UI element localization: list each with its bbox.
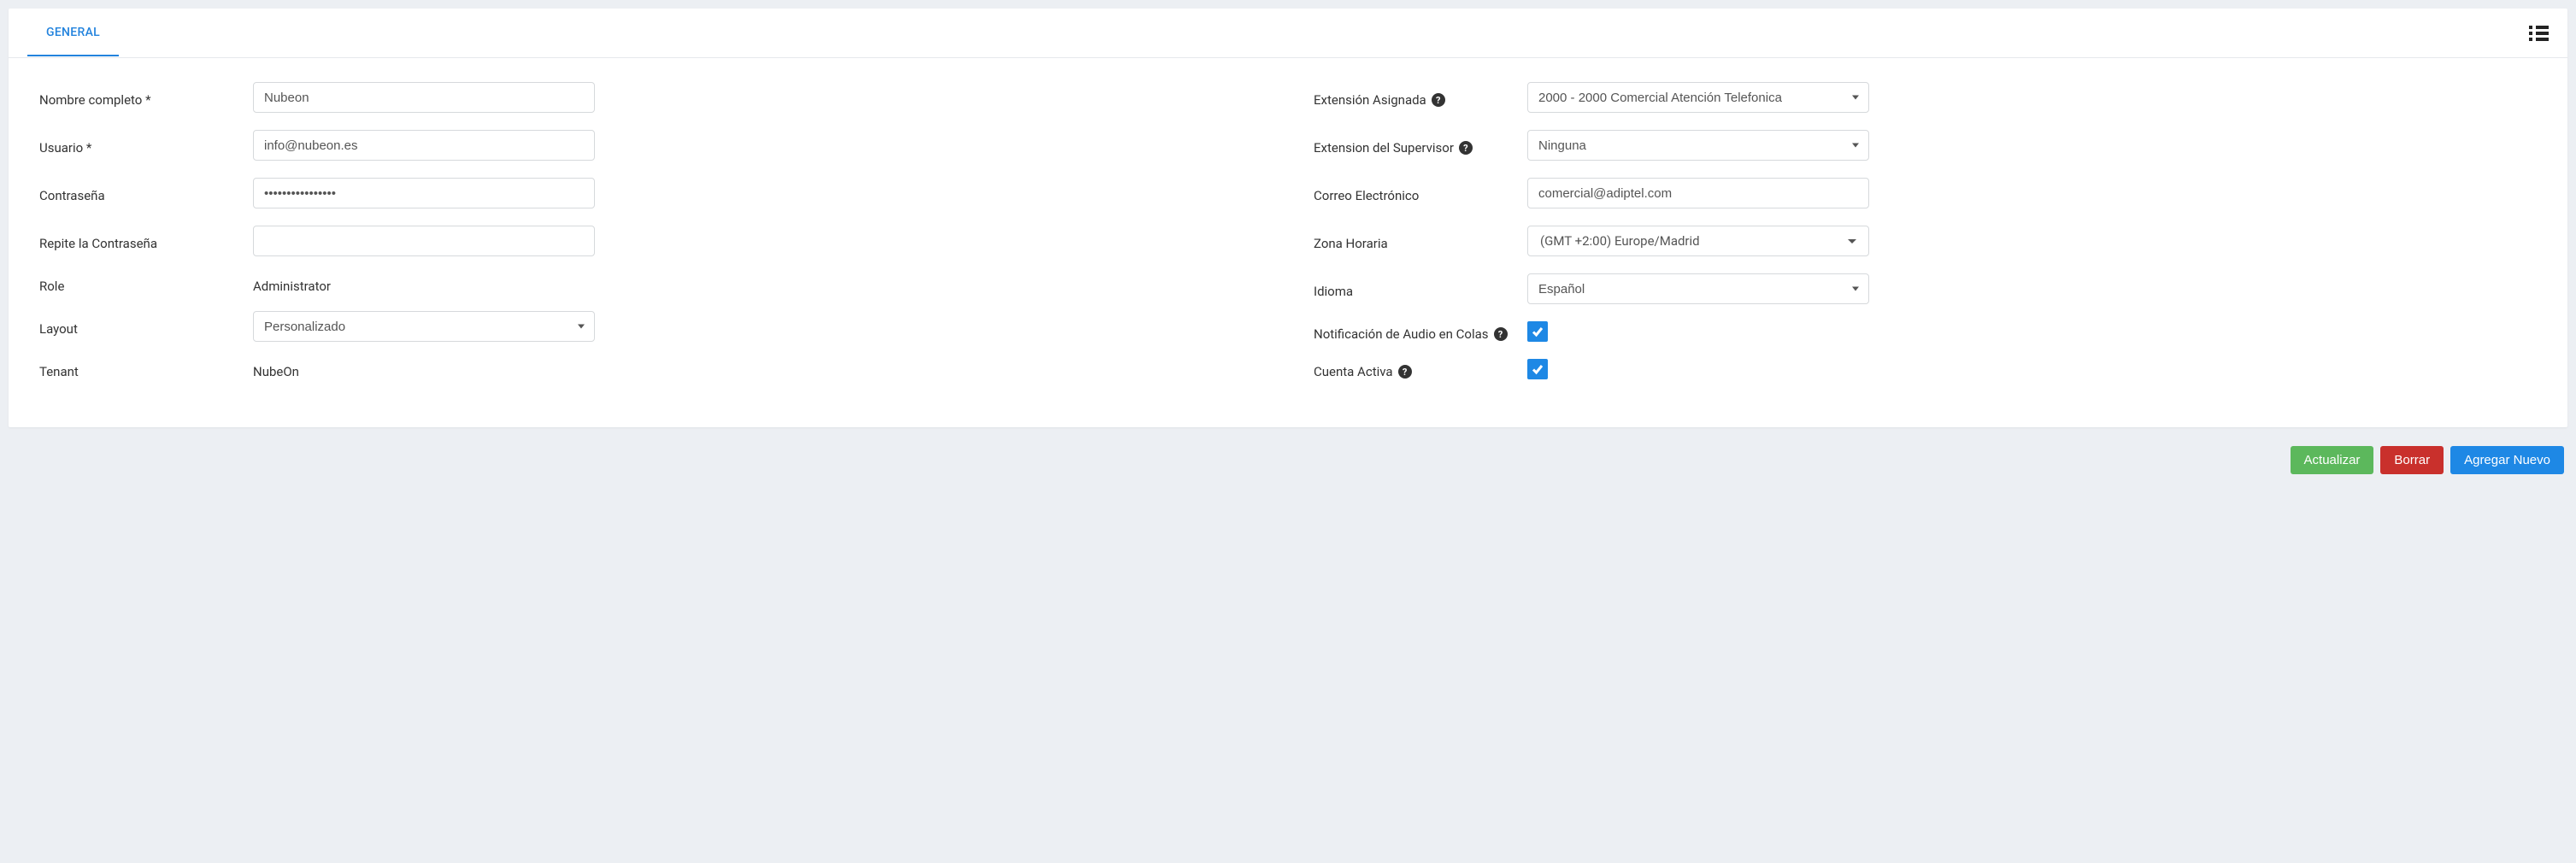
row-layout: Layout Personalizado	[39, 311, 1262, 342]
label-cuenta-activa: Cuenta Activa ?	[1314, 359, 1527, 379]
tabs-row: GENERAL	[9, 9, 2567, 58]
form-area: Nombre completo * Usuario * Contraseña R…	[9, 58, 2567, 427]
value-tenant: NubeOn	[253, 359, 1262, 379]
select-layout[interactable]: Personalizado	[253, 311, 595, 342]
help-icon[interactable]: ?	[1432, 93, 1445, 107]
help-icon[interactable]: ?	[1398, 365, 1412, 379]
row-idioma: Idioma Español	[1314, 273, 2537, 304]
label-cuenta-activa-text: Cuenta Activa	[1314, 364, 1393, 379]
label-ext-asignada: Extensión Asignada ?	[1314, 87, 1527, 108]
list-view-icon[interactable]	[2529, 26, 2549, 41]
input-usuario[interactable]	[253, 130, 595, 161]
row-timezone: Zona Horaria (GMT +2:00) Europe/Madrid	[1314, 226, 2537, 256]
row-audio-notif: Notificación de Audio en Colas ?	[1314, 321, 2537, 342]
label-nombre: Nombre completo *	[39, 87, 253, 108]
label-tenant: Tenant	[39, 359, 253, 379]
row-email: Correo Electrónico	[1314, 178, 2537, 208]
select-timezone-value: (GMT +2:00) Europe/Madrid	[1540, 233, 1700, 249]
row-cuenta-activa: Cuenta Activa ?	[1314, 359, 2537, 379]
check-icon	[1531, 325, 1544, 338]
label-role: Role	[39, 273, 253, 294]
label-audio-notif: Notificación de Audio en Colas ?	[1314, 321, 1527, 342]
row-ext-supervisor: Extension del Supervisor ? Ninguna	[1314, 130, 2537, 161]
add-new-button[interactable]: Agregar Nuevo	[2450, 446, 2564, 474]
label-password2: Repite la Contraseña	[39, 231, 253, 251]
select-ext-supervisor[interactable]: Ninguna	[1527, 130, 1869, 161]
row-password2: Repite la Contraseña	[39, 226, 1262, 256]
label-ext-supervisor-text: Extension del Supervisor	[1314, 140, 1454, 156]
label-timezone: Zona Horaria	[1314, 231, 1527, 251]
help-icon[interactable]: ?	[1494, 327, 1508, 341]
label-email: Correo Electrónico	[1314, 183, 1527, 203]
input-password2[interactable]	[253, 226, 595, 256]
row-password: Contraseña	[39, 178, 1262, 208]
label-layout: Layout	[39, 316, 253, 337]
left-column: Nombre completo * Usuario * Contraseña R…	[39, 82, 1262, 396]
select-ext-asignada[interactable]: 2000 - 2000 Comercial Atención Telefonic…	[1527, 82, 1869, 113]
chevron-down-icon	[1848, 239, 1856, 244]
checkbox-cuenta-activa[interactable]	[1527, 359, 1548, 379]
select-timezone[interactable]: (GMT +2:00) Europe/Madrid	[1527, 226, 1869, 256]
label-idioma: Idioma	[1314, 279, 1527, 299]
label-ext-supervisor: Extension del Supervisor ?	[1314, 135, 1527, 156]
label-usuario: Usuario *	[39, 135, 253, 156]
row-tenant: Tenant NubeOn	[39, 359, 1262, 379]
label-ext-asignada-text: Extensión Asignada	[1314, 92, 1426, 108]
checkbox-audio-notif[interactable]	[1527, 321, 1548, 342]
value-role: Administrator	[253, 273, 1262, 294]
label-password: Contraseña	[39, 183, 253, 203]
right-column: Extensión Asignada ? 2000 - 2000 Comerci…	[1314, 82, 2537, 396]
check-icon	[1531, 362, 1544, 376]
row-role: Role Administrator	[39, 273, 1262, 294]
input-nombre[interactable]	[253, 82, 595, 113]
row-ext-asignada: Extensión Asignada ? 2000 - 2000 Comerci…	[1314, 82, 2537, 113]
tab-general[interactable]: GENERAL	[27, 10, 119, 56]
select-idioma[interactable]: Español	[1527, 273, 1869, 304]
help-icon[interactable]: ?	[1459, 141, 1473, 155]
input-email[interactable]	[1527, 178, 1869, 208]
row-usuario: Usuario *	[39, 130, 1262, 161]
tabs: GENERAL	[27, 10, 119, 56]
label-audio-notif-text: Notificación de Audio en Colas	[1314, 326, 1489, 342]
input-password[interactable]	[253, 178, 595, 208]
row-nombre: Nombre completo *	[39, 82, 1262, 113]
form-card: GENERAL Nombre completo * Usuario *	[9, 9, 2567, 427]
update-button[interactable]: Actualizar	[2291, 446, 2374, 474]
delete-button[interactable]: Borrar	[2380, 446, 2444, 474]
action-buttons: Actualizar Borrar Agregar Nuevo	[9, 446, 2567, 479]
